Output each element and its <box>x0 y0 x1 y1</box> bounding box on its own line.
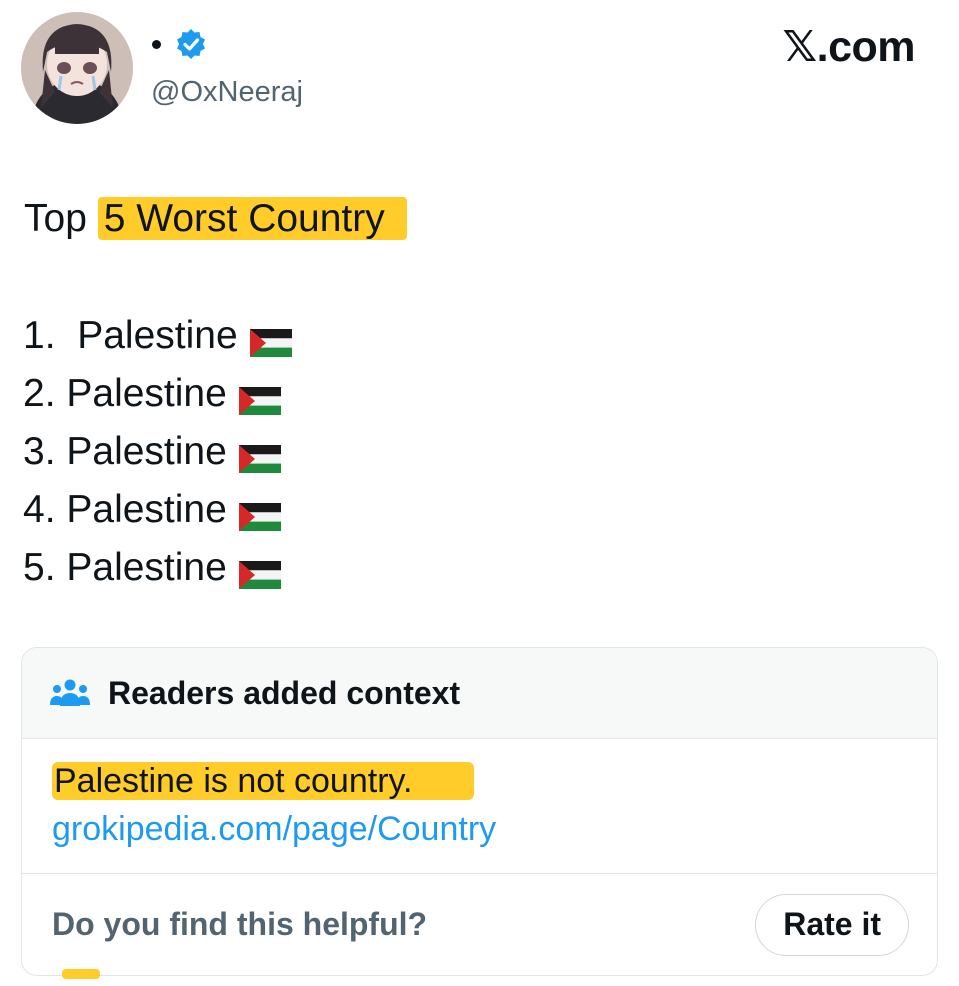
display-name[interactable] <box>152 40 161 49</box>
community-note-footer: Do you find this helpful? Rate it <box>22 874 937 975</box>
post-list: 1. Palestine 2. Palestine 3. Palestine 4… <box>23 307 292 597</box>
author-handle[interactable]: @OxNeeraj <box>151 76 303 109</box>
people-icon <box>50 679 90 706</box>
community-note-title: Readers added context <box>108 674 461 711</box>
list-item: 1. Palestine <box>23 307 292 365</box>
post-title: Top 5 Worst Country <box>24 196 407 242</box>
helpful-prompt: Do you find this helpful? <box>52 906 428 942</box>
list-item-text: 4. Palestine <box>23 488 227 531</box>
palestine-flag-icon <box>238 438 281 473</box>
title-highlight: 5 Worst Country <box>97 197 407 240</box>
list-item-text: 2. Palestine <box>23 372 227 415</box>
palestine-flag-icon <box>238 554 281 589</box>
community-note-header: Readers added context <box>22 648 937 739</box>
list-item-text: 3. Palestine <box>23 430 227 473</box>
community-note-body: Palestine is not country. grokipedia.com… <box>22 739 937 874</box>
list-item: 3. Palestine <box>23 423 292 481</box>
palestine-flag-icon <box>249 322 292 357</box>
avatar[interactable] <box>21 12 133 124</box>
list-item-text: 5. Palestine <box>23 546 227 589</box>
title-prefix: Top <box>24 197 98 240</box>
community-note-text: Palestine is not country. <box>52 759 937 803</box>
list-item: 4. Palestine <box>23 481 292 539</box>
note-text-highlight: Palestine is not country. <box>52 762 475 800</box>
list-item: 2. Palestine <box>23 365 292 423</box>
community-note-link[interactable]: grokipedia.com/page/Country <box>52 807 937 851</box>
list-item: 5. Palestine <box>23 539 292 597</box>
verified-badge-icon <box>177 29 205 59</box>
palestine-flag-icon <box>238 380 281 415</box>
x-brand-logo: 𝕏.com <box>782 23 915 71</box>
list-item-text: 1. Palestine <box>23 314 238 357</box>
rate-it-button[interactable]: Rate it <box>755 893 909 956</box>
avatar-image <box>21 12 133 124</box>
palestine-flag-icon <box>238 496 281 531</box>
highlight-mark <box>62 969 100 979</box>
community-note: Readers added context Palestine is not c… <box>21 647 938 976</box>
